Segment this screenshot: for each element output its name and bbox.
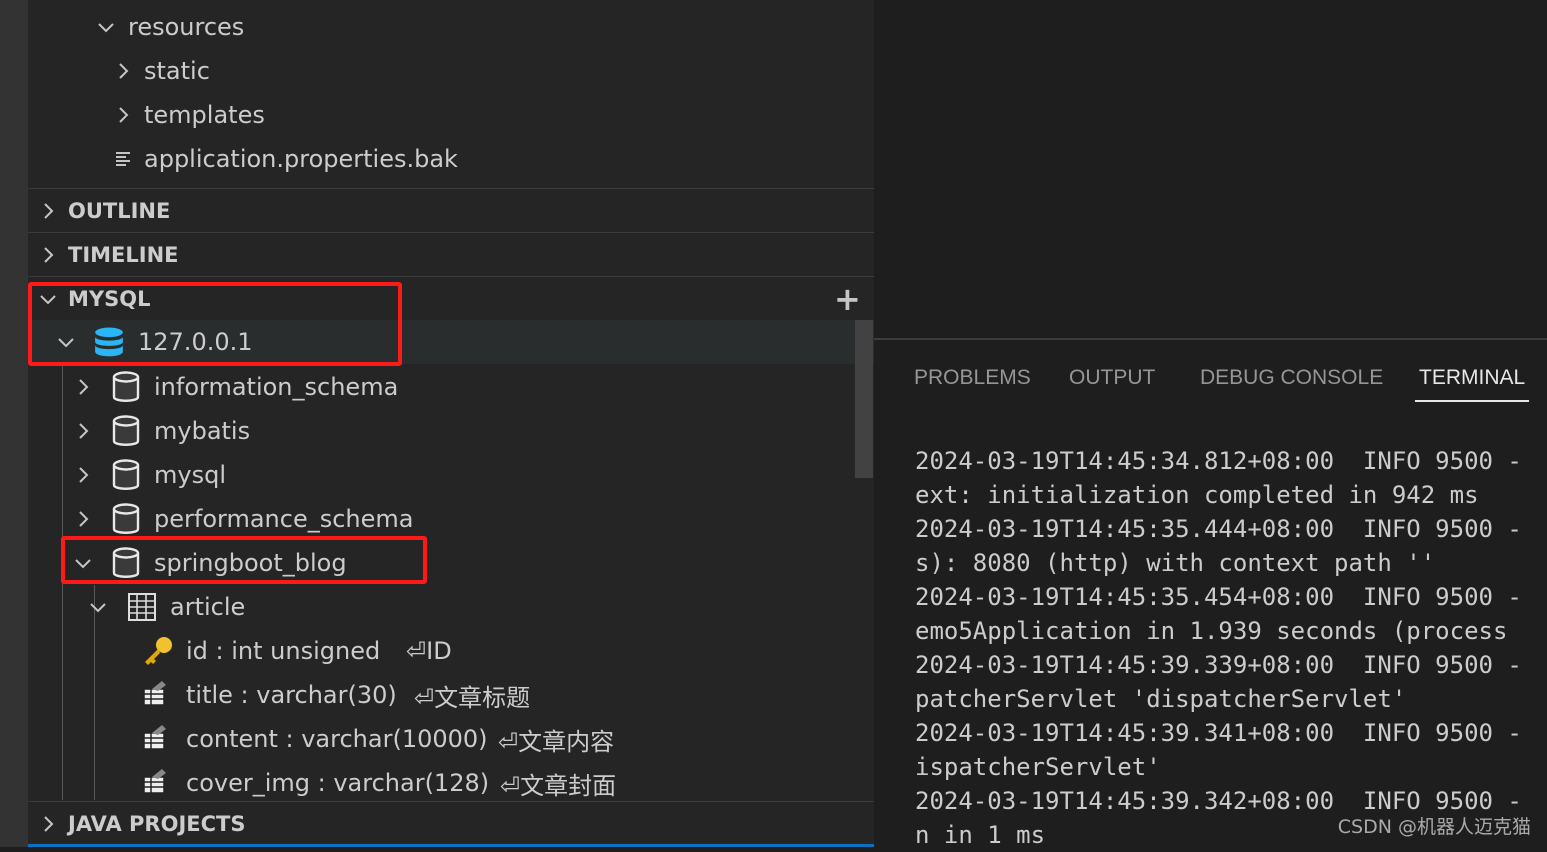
file-lines-icon: [114, 149, 134, 169]
tree-item-application-properties-bak[interactable]: application.properties.bak: [28, 137, 874, 181]
tab-problems[interactable]: PROBLEMS: [914, 366, 1031, 390]
column-item[interactable]: cover_img : varchar(128) ⏎文章封面: [28, 761, 874, 805]
tab-terminal[interactable]: TERMINAL: [1415, 366, 1530, 402]
tree-item-static[interactable]: static: [28, 49, 874, 93]
chevron-down-icon: [96, 17, 116, 37]
table-label: article: [170, 593, 246, 621]
column-item[interactable]: id : int unsigned ⏎ID: [28, 629, 874, 673]
database-information-schema[interactable]: information_schema: [28, 365, 874, 409]
tree-item-label: application.properties.bak: [144, 145, 458, 173]
terminal-line: 2024-03-19T14:45:35.444+08:00 INFO 9500 …: [915, 515, 1522, 543]
terminal-line: 2024-03-19T14:45:34.812+08:00 INFO 9500 …: [915, 447, 1522, 475]
section-java-projects[interactable]: JAVA PROJECTS: [28, 801, 874, 845]
column-item[interactable]: content : varchar(10000) ⏎文章内容: [28, 717, 874, 761]
database-icon: [112, 415, 140, 446]
column-label: title : varchar(30): [186, 681, 397, 709]
chevron-right-icon: [73, 509, 93, 529]
tree-item-templates[interactable]: templates: [28, 93, 874, 137]
chevron-right-icon: [38, 245, 58, 265]
section-outline[interactable]: OUTLINE: [28, 188, 874, 232]
column-icon: [142, 679, 170, 709]
terminal-line: 2024-03-19T14:45:35.454+08:00 INFO 9500 …: [915, 583, 1522, 611]
highlight-box-mysql: [28, 282, 402, 366]
table-icon: [128, 593, 156, 623]
terminal-line: emo5Application in 1.939 seconds (proces…: [915, 617, 1508, 645]
database-label: performance_schema: [154, 505, 414, 533]
column-icon: [142, 723, 170, 753]
terminal-line: ext: initialization completed in 942 ms: [915, 481, 1479, 509]
database-mysql[interactable]: mysql: [28, 453, 874, 497]
terminal-output[interactable]: 2024-03-19T14:45:34.812+08:00 INFO 9500 …: [915, 444, 1522, 852]
sidebar-scrollbar[interactable]: [855, 320, 873, 478]
column-label: content : varchar(10000): [186, 725, 488, 753]
section-title: TIMELINE: [68, 242, 179, 267]
section-title: OUTLINE: [68, 198, 171, 223]
terminal-line: ispatcherServlet': [915, 753, 1161, 781]
column-comment: ⏎文章标题: [414, 683, 531, 712]
column-label: cover_img : varchar(128): [186, 769, 490, 797]
column-icon: [142, 767, 170, 797]
database-icon: [112, 459, 140, 490]
tree-item-resources[interactable]: resources: [28, 5, 874, 49]
tree-item-label: resources: [128, 13, 245, 41]
column-comment: ⏎ID: [406, 637, 452, 665]
chevron-right-icon: [73, 465, 93, 485]
activity-bar: [0, 0, 28, 847]
database-icon: [112, 371, 140, 402]
terminal-line: 2024-03-19T14:45:39.341+08:00 INFO 9500 …: [915, 719, 1522, 747]
section-title: JAVA PROJECTS: [68, 811, 246, 836]
database-label: mybatis: [154, 417, 251, 445]
database-icon: [112, 503, 140, 534]
column-comment: ⏎文章封面: [500, 771, 617, 800]
chevron-down-icon: [88, 597, 108, 617]
tree-item-label: static: [144, 57, 210, 85]
chevron-right-icon: [73, 421, 93, 441]
chevron-right-icon: [38, 814, 58, 834]
database-mybatis[interactable]: mybatis: [28, 409, 874, 453]
table-article[interactable]: article: [28, 585, 874, 629]
terminal-line: 2024-03-19T14:45:39.339+08:00 INFO 9500 …: [915, 651, 1522, 679]
key-icon: [142, 635, 172, 665]
watermark: CSDN @机器人迈克猫: [1337, 816, 1531, 838]
chevron-right-icon: [113, 61, 133, 81]
database-label: information_schema: [154, 373, 399, 401]
database-performance-schema[interactable]: performance_schema: [28, 497, 874, 541]
chevron-right-icon: [113, 105, 133, 125]
tree-item-label: templates: [144, 101, 265, 129]
editor-area: [874, 0, 1547, 340]
highlight-box-springboot-blog: [61, 536, 427, 584]
terminal-line: s): 8080 (http) with context path '': [915, 549, 1436, 577]
terminal-line: patcherServlet 'dispatcherServlet': [915, 685, 1407, 713]
column-item[interactable]: title : varchar(30) ⏎文章标题: [28, 673, 874, 717]
column-label: id : int unsigned: [186, 637, 381, 665]
chevron-right-icon: [38, 201, 58, 221]
chevron-right-icon: [73, 377, 93, 397]
tab-output[interactable]: OUTPUT: [1069, 366, 1155, 390]
tab-debug-console[interactable]: DEBUG CONSOLE: [1200, 366, 1383, 390]
column-comment: ⏎文章内容: [498, 727, 615, 756]
add-connection-button[interactable]: +: [834, 280, 861, 318]
sidebar: resources static templates application.p…: [28, 0, 874, 847]
database-label: mysql: [154, 461, 226, 489]
bottom-panel: PROBLEMS OUTPUT DEBUG CONSOLE TERMINAL 2…: [874, 342, 1547, 849]
section-timeline[interactable]: TIMELINE: [28, 232, 874, 276]
